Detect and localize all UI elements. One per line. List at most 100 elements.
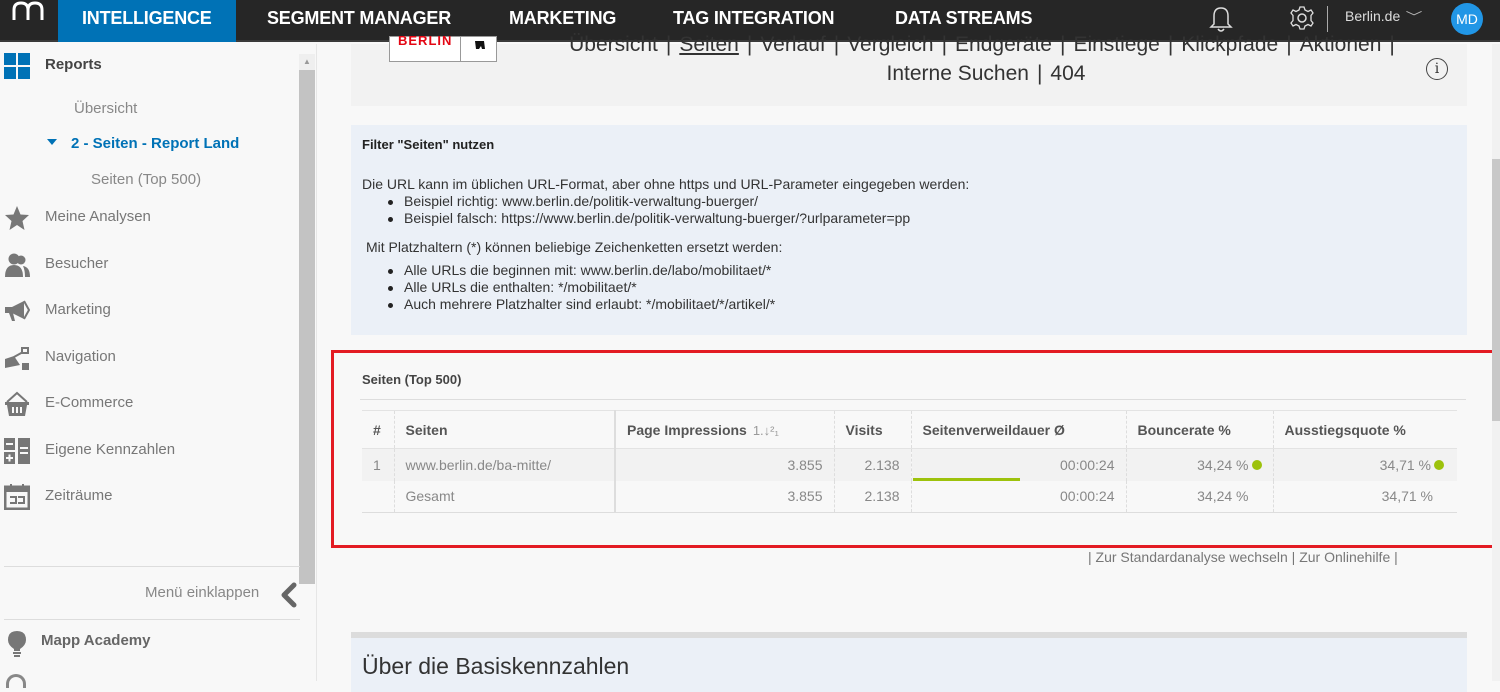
col-bouncerate[interactable]: Bouncerate % <box>1126 410 1274 449</box>
report-nav-vergleich[interactable]: Vergleich <box>847 33 933 56</box>
col-label: Page Impressions <box>627 421 747 438</box>
report-nav-404[interactable]: 404 <box>1050 62 1085 85</box>
help-icon[interactable] <box>6 674 26 688</box>
cell-page[interactable]: www.berlin.de/ba-mitte/ <box>394 448 616 481</box>
sidebar-item-besucher[interactable]: Besucher <box>0 249 290 281</box>
sidebar-item-reports[interactable]: Reports <box>0 50 290 82</box>
cell-rank <box>362 480 395 513</box>
sidebar-item-label: Eigene Kennzahlen <box>45 441 176 458</box>
separator: | <box>665 33 672 56</box>
lightbulb-icon <box>8 631 26 657</box>
table-row[interactable]: 1 www.berlin.de/ba-mitte/ 3.855 2.138 00… <box>362 448 1457 481</box>
duration-value: 00:00:24 <box>1060 456 1115 473</box>
chevron-left-icon[interactable] <box>278 582 298 608</box>
account-switcher[interactable]: Berlin.de ﹀ <box>1345 8 1423 25</box>
cell-rank: 1 <box>362 448 395 481</box>
sidebar-item-eigene-kennzahlen[interactable]: Eigene Kennzahlen <box>0 435 290 467</box>
account-name: Berlin.de <box>1345 8 1401 24</box>
cell-exit-rate: 34,71 % <box>1273 480 1457 513</box>
table-header-row: # Seiten Page Impressions 1.↓²₁ Visits Se… <box>362 410 1457 449</box>
page-scrollbar[interactable] <box>1492 44 1500 681</box>
cell-duration: 00:00:24 <box>911 448 1127 481</box>
exit-rate-value: 34,71 % <box>1379 456 1431 473</box>
sidebar-sub-uebersicht[interactable]: Übersicht <box>74 100 137 117</box>
cell-impressions: 3.855 <box>615 480 835 513</box>
sidebar-item-meine-analysen[interactable]: Meine Analysen <box>0 202 290 234</box>
col-page-impressions[interactable]: Page Impressions 1.↓²₁ <box>615 410 835 449</box>
sidebar-item-navigation[interactable]: Navigation <box>0 342 290 374</box>
grid-icon <box>4 53 30 79</box>
main-content: BERLIN Übersicht | Seiten | Verlauf | Vergleic… <box>318 33 1500 692</box>
separator: | <box>1088 549 1092 565</box>
sidebar-item-label: Mapp Academy <box>41 632 151 649</box>
avatar[interactable]: MD <box>1451 3 1483 35</box>
col-visits[interactable]: Visits <box>834 410 912 449</box>
wildcard-intro: Mit Platzhaltern (*) können beliebige Ze… <box>366 239 783 255</box>
mapp-logo-icon[interactable] <box>8 0 48 28</box>
report-nav-aktionen[interactable]: Aktionen <box>1300 33 1382 56</box>
sidebar-divider <box>4 566 300 567</box>
cell-impressions: 3.855 <box>615 448 835 481</box>
report-nav-seiten[interactable]: Seiten <box>679 33 739 56</box>
standard-analysis-link[interactable]: Zur Standardanalyse wechseln <box>1096 549 1288 565</box>
sidebar-sub-seiten-top500[interactable]: Seiten (Top 500) <box>91 171 201 188</box>
list-item: Alle URLs die enthalten: */mobilitaet/* <box>388 279 775 296</box>
berlin-logo: BERLIN <box>389 33 497 62</box>
sidebar-scrollbar[interactable]: ▲ <box>299 54 315 584</box>
report-navigation: Übersicht | Seiten | Verlauf | Vergleich | Endge… <box>521 30 1451 88</box>
cell-page: Gesamt <box>394 480 616 513</box>
star-icon <box>5 206 29 230</box>
sidebar-item-label: Navigation <box>45 348 116 365</box>
sidebar-sub-label: 2 - Seiten - Report Land <box>71 135 240 152</box>
report-nav-einstiege[interactable]: Einstiege <box>1073 33 1159 56</box>
report-header: BERLIN Übersicht | Seiten | Verlauf | Vergleic… <box>351 33 1467 106</box>
nav-separator <box>1327 6 1328 32</box>
sidebar-item-mapp-academy[interactable]: Mapp Academy <box>0 628 300 658</box>
collapse-menu-button[interactable]: Menü einklappen <box>145 584 259 601</box>
sidebar-item-marketing[interactable]: Marketing <box>0 295 290 327</box>
online-help-link[interactable]: Zur Onlinehilfe <box>1299 549 1390 565</box>
separator: | <box>1389 33 1395 56</box>
footer-links: | Zur Standardanalyse wechseln | Zur Onl… <box>1088 549 1398 565</box>
report-nav-klickpfade[interactable]: Klickpfade <box>1181 33 1278 56</box>
status-dot-icon <box>1251 460 1262 471</box>
sidebar-item-ecommerce[interactable]: E-Commerce <box>0 388 290 420</box>
report-nav-uebersicht[interactable]: Übersicht <box>569 33 658 56</box>
separator: | <box>1036 62 1043 85</box>
separator: | <box>746 33 753 56</box>
gear-icon[interactable] <box>1288 3 1316 33</box>
col-exit-rate[interactable]: Ausstiegsquote % <box>1273 410 1457 449</box>
sidebar-item-zeitraeume[interactable]: Zeiträume <box>0 481 290 513</box>
scroll-up-arrow-icon[interactable]: ▲ <box>299 54 315 70</box>
caret-down-icon <box>47 139 57 146</box>
scrollbar-thumb[interactable] <box>1492 159 1500 421</box>
wildcard-list: Alle URLs die beginnen mit: www.berlin.d… <box>388 262 775 313</box>
sort-descending-icon[interactable]: 1.↓²₁ <box>753 423 779 438</box>
list-item: Beispiel falsch: https://www.berlin.de/p… <box>388 210 910 227</box>
col-rank[interactable]: # <box>362 410 395 449</box>
nav-intelligence[interactable]: INTELLIGENCE <box>58 0 236 42</box>
report-nav-verlauf[interactable]: Verlauf <box>760 33 825 56</box>
chevron-down-icon: ﹀ <box>1405 10 1423 24</box>
cell-visits: 2.138 <box>834 480 912 513</box>
col-pages[interactable]: Seiten <box>394 410 616 449</box>
users-icon <box>5 253 30 277</box>
bouncerate-value: 34,24 % <box>1197 456 1249 473</box>
filter-examples-list: Beispiel richtig: www.berlin.de/politik-… <box>388 193 910 227</box>
calculator-icon <box>4 438 30 464</box>
report-nav-interne-suchen[interactable]: Interne Suchen <box>887 62 1029 85</box>
separator: | <box>941 33 948 56</box>
sidebar-item-label: Besucher <box>45 255 109 272</box>
col-duration[interactable]: Seitenverweildauer Ø <box>911 410 1127 449</box>
list-item: Alle URLs die beginnen mit: www.berlin.d… <box>388 262 775 279</box>
table-title: Seiten (Top 500) <box>362 372 462 387</box>
sidebar-item-label: Marketing <box>45 301 111 318</box>
info-icon[interactable]: i <box>1426 58 1448 80</box>
bear-icon <box>460 37 497 62</box>
report-nav-endgeraete[interactable]: Endgeräte <box>955 33 1052 56</box>
separator: | <box>1286 33 1292 56</box>
sidebar-item-label: Reports <box>45 56 102 73</box>
sidebar-sub-report-land[interactable]: 2 - Seiten - Report Land <box>47 135 239 152</box>
cell-bouncerate: 34,24 % <box>1126 480 1274 513</box>
separator: | <box>1059 33 1066 56</box>
